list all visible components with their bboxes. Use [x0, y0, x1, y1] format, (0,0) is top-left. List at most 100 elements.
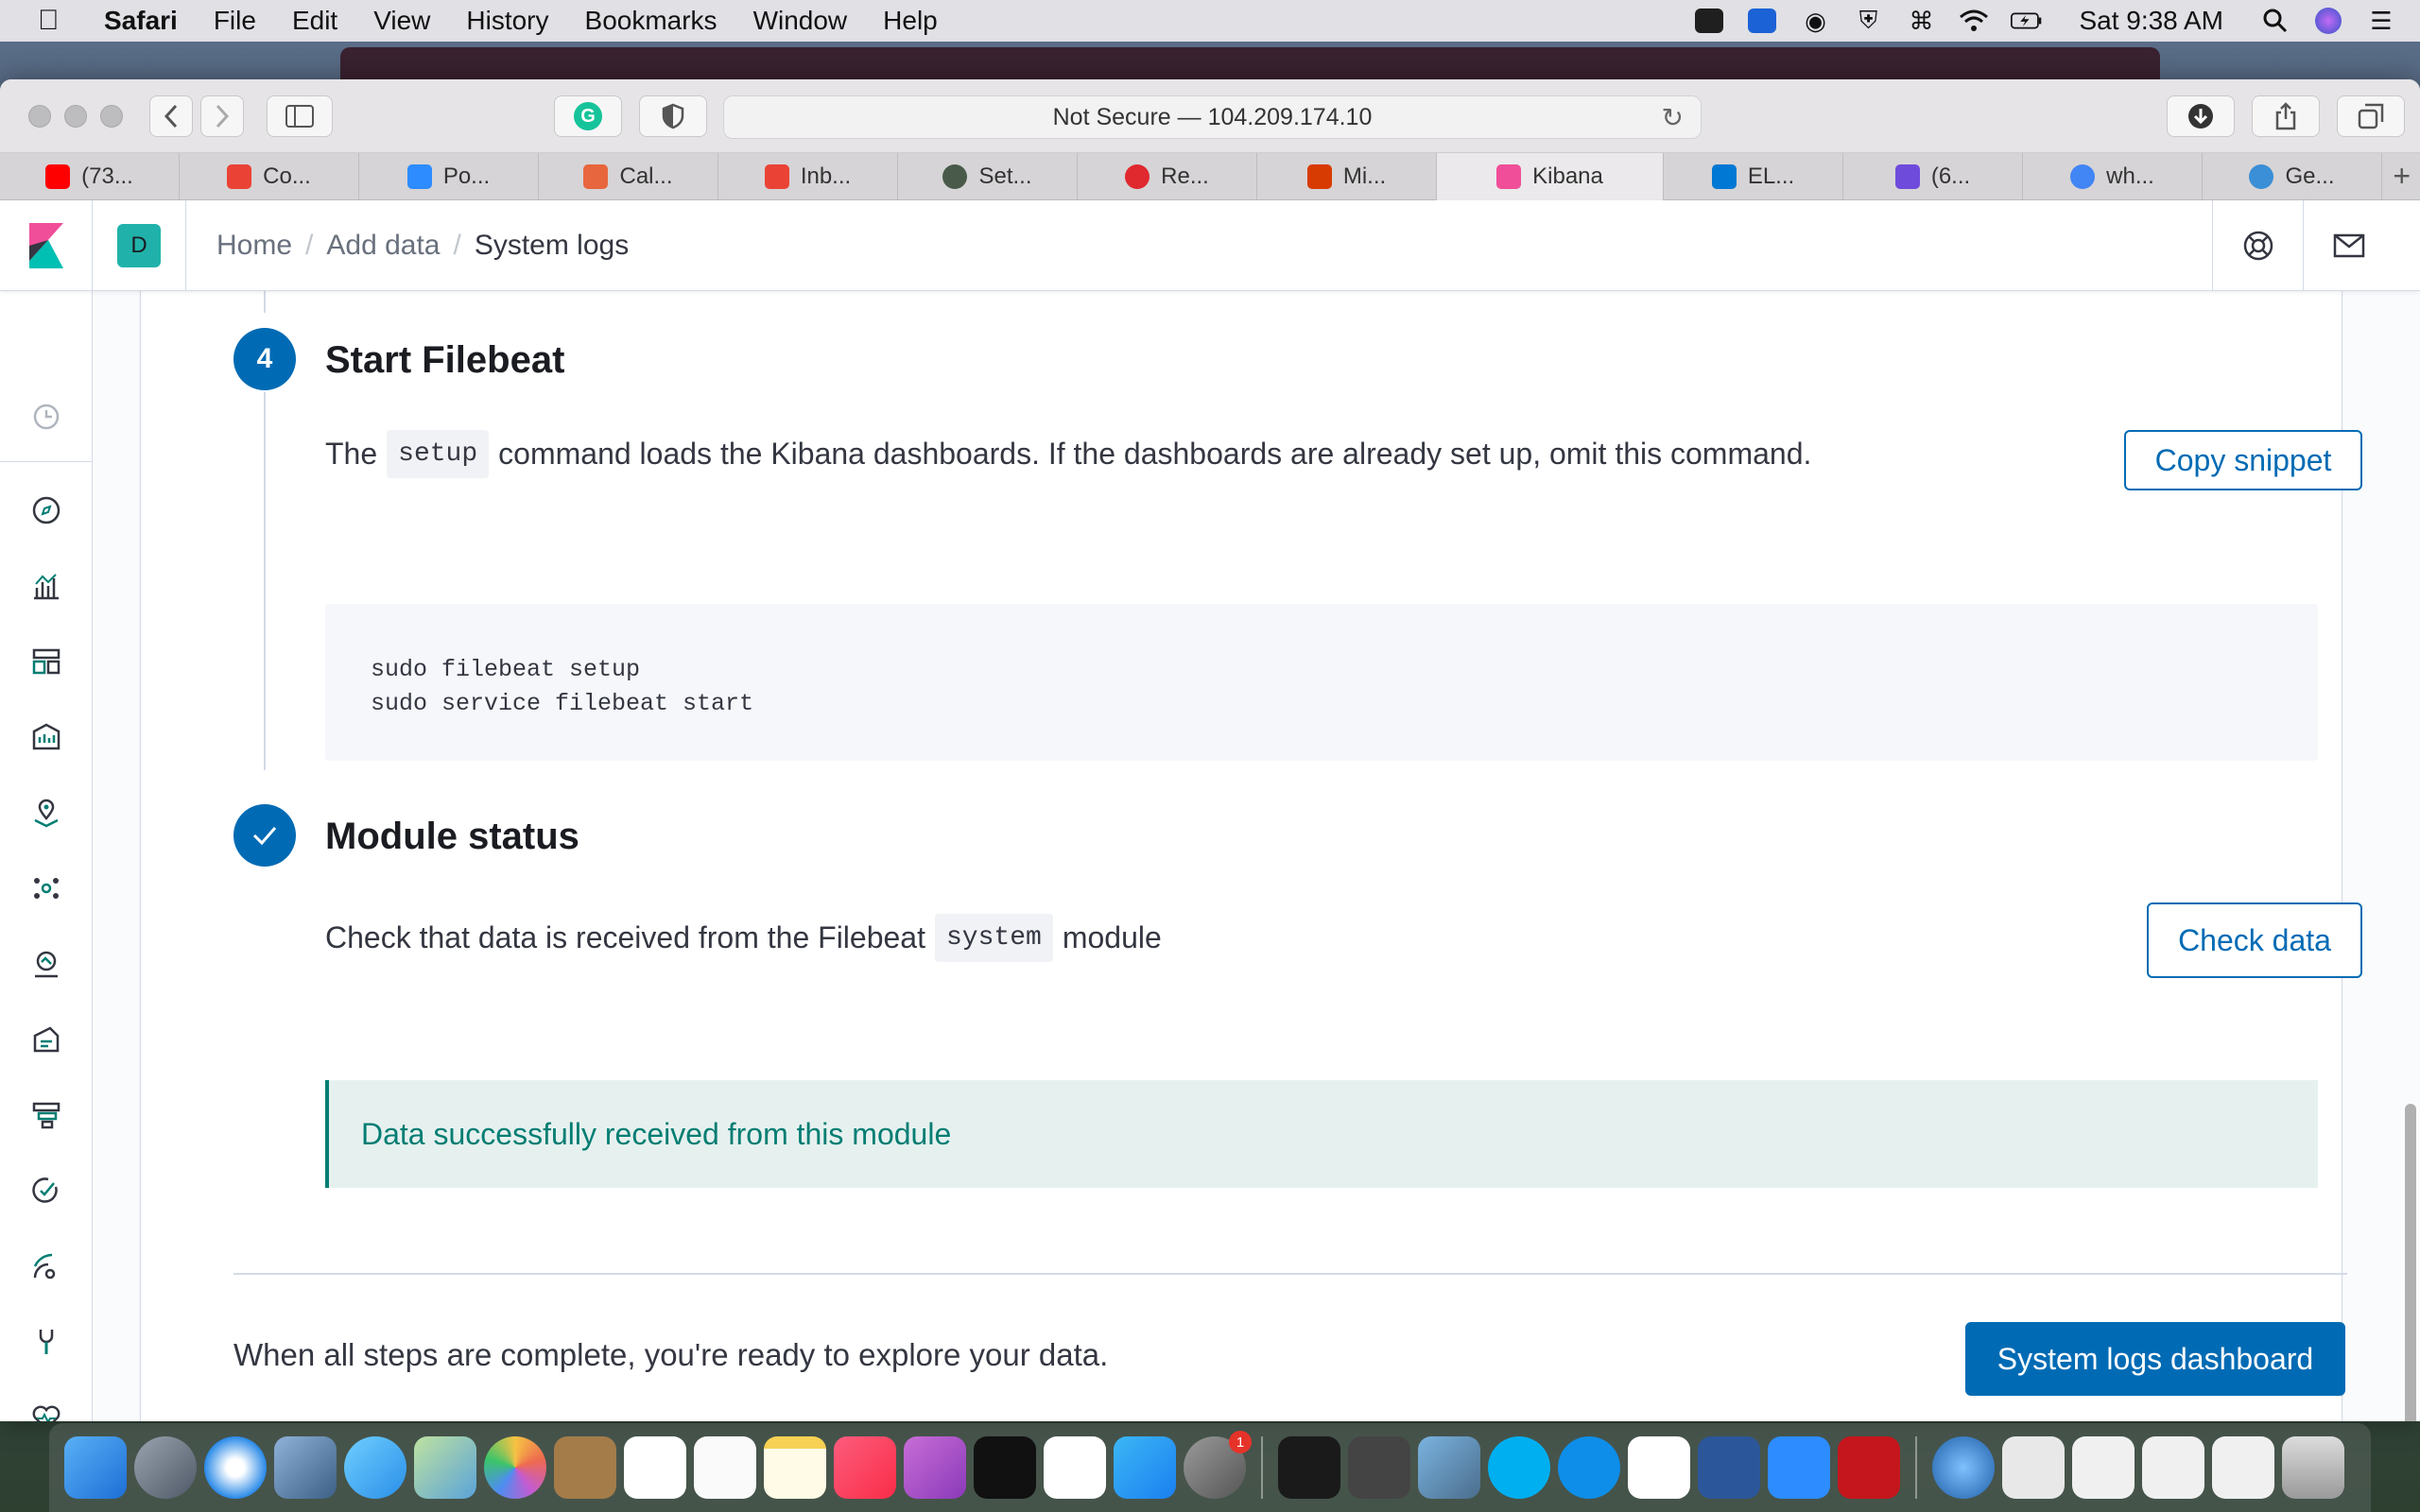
window-thumbnail-icon[interactable]: [2142, 1436, 2204, 1499]
menu-help[interactable]: Help: [883, 6, 938, 36]
notification-center-icon[interactable]: ☰: [2365, 7, 2397, 35]
tab-re[interactable]: Re...: [1078, 153, 1257, 200]
tab-google[interactable]: wh...: [2023, 153, 2203, 200]
preview-icon[interactable]: [274, 1436, 337, 1499]
breadcrumb-home[interactable]: Home: [216, 230, 292, 262]
tab-gmail-1[interactable]: Co...: [180, 153, 359, 200]
contacts-icon[interactable]: [554, 1436, 616, 1499]
system-logs-dashboard-button[interactable]: System logs dashboard: [1965, 1322, 2345, 1396]
creative-cloud-tray-icon[interactable]: ◉: [1799, 7, 1831, 35]
kibana-logo-icon[interactable]: [0, 199, 93, 291]
window-thumbnail-icon[interactable]: [2072, 1436, 2135, 1499]
menu-view[interactable]: View: [373, 6, 430, 36]
copy-snippet-button[interactable]: Copy snippet: [2124, 430, 2362, 490]
acrobat-icon[interactable]: [1838, 1436, 1900, 1499]
downloads-button[interactable]: [2167, 95, 2235, 137]
visualize-chart-icon[interactable]: [27, 567, 65, 605]
safari-compass-icon[interactable]: [204, 1436, 267, 1499]
apm-icon[interactable]: [27, 1096, 65, 1134]
downloads-stack-icon[interactable]: [2002, 1436, 2065, 1499]
menu-safari[interactable]: Safari: [104, 6, 178, 36]
maps-icon[interactable]: [414, 1436, 476, 1499]
messages-icon[interactable]: [344, 1436, 406, 1499]
new-tab-button[interactable]: +: [2382, 153, 2420, 199]
forward-button[interactable]: [200, 95, 244, 137]
back-button[interactable]: [149, 95, 193, 137]
tab-zoom[interactable]: Po...: [359, 153, 539, 200]
maps-pin-icon[interactable]: [27, 794, 65, 832]
help-button[interactable]: [2212, 200, 2303, 291]
reminders-icon[interactable]: [694, 1436, 756, 1499]
menu-history[interactable]: History: [466, 6, 548, 36]
wifi-icon[interactable]: [1958, 7, 1990, 35]
minimize-window-button[interactable]: [64, 104, 87, 128]
canvas-icon[interactable]: [27, 718, 65, 756]
sidebar-toggle-button[interactable]: [267, 95, 333, 137]
uptime-icon[interactable]: [27, 1172, 65, 1210]
breadcrumb-add-data[interactable]: Add data: [326, 230, 440, 262]
grammarly-extension-button[interactable]: G: [554, 95, 622, 137]
privacy-report-button[interactable]: [639, 95, 707, 137]
keyboard-tray-icon[interactable]: ⌘: [1905, 7, 1937, 35]
close-window-button[interactable]: [28, 104, 51, 128]
spotlight-search-icon[interactable]: [2259, 7, 2291, 35]
apple-tv-icon[interactable]: [974, 1436, 1036, 1499]
app-store-icon[interactable]: [1114, 1436, 1176, 1499]
reload-icon[interactable]: ↻: [1662, 102, 1684, 133]
apple-menu-icon[interactable]: : [38, 5, 76, 37]
menu-window[interactable]: Window: [753, 6, 848, 36]
tab-office[interactable]: Mi...: [1257, 153, 1437, 200]
logs-icon[interactable]: [27, 1021, 65, 1058]
tab-kibana[interactable]: Kibana: [1437, 153, 1664, 200]
recently-viewed-clock-icon[interactable]: [27, 398, 65, 436]
teamviewer-tray-icon[interactable]: [1746, 7, 1778, 35]
menu-file[interactable]: File: [214, 6, 256, 36]
dev-tools-wrench-icon[interactable]: [27, 1323, 65, 1361]
skype-icon[interactable]: [1488, 1436, 1550, 1499]
calendar-icon[interactable]: [624, 1436, 686, 1499]
tab-settings[interactable]: Set...: [898, 153, 1078, 200]
shield-tray-icon[interactable]: ⛨: [1852, 6, 1884, 35]
machine-learning-icon[interactable]: [27, 869, 65, 907]
vpn-shield-icon[interactable]: [1348, 1436, 1410, 1499]
monitoring-heartbeat-icon[interactable]: [27, 1399, 65, 1421]
terminal-icon[interactable]: [1278, 1436, 1340, 1499]
tab-calendar[interactable]: Cal...: [539, 153, 718, 200]
newsfeed-button[interactable]: [2303, 200, 2394, 291]
tab-overview-button[interactable]: [2337, 95, 2405, 137]
siem-icon[interactable]: [27, 1247, 65, 1285]
menu-edit[interactable]: Edit: [292, 6, 337, 36]
share-button[interactable]: [2252, 95, 2320, 137]
trash-icon[interactable]: [2282, 1436, 2344, 1499]
dashboard-icon[interactable]: [27, 643, 65, 680]
zoom-tray-icon[interactable]: [1693, 7, 1725, 35]
launchpad-icon[interactable]: [134, 1436, 197, 1499]
teamviewer-icon[interactable]: [1558, 1436, 1620, 1499]
menu-bookmarks[interactable]: Bookmarks: [585, 6, 717, 36]
space-avatar[interactable]: D: [117, 223, 161, 267]
page-scrollbar[interactable]: [2405, 1104, 2416, 1421]
address-bar[interactable]: Not Secure — 104.209.174.10 ↻: [723, 95, 1702, 139]
check-data-button[interactable]: Check data: [2147, 902, 2362, 978]
window-thumbnail-icon[interactable]: [2212, 1436, 2274, 1499]
command-code-block[interactable]: sudo filebeat setup sudo service filebea…: [325, 604, 2318, 761]
word-icon[interactable]: [1698, 1436, 1760, 1499]
infrastructure-icon[interactable]: [27, 945, 65, 983]
zoom-icon[interactable]: [1768, 1436, 1830, 1499]
tab-globe[interactable]: Ge...: [2203, 153, 2382, 200]
finder-icon[interactable]: [64, 1436, 127, 1499]
discover-compass-icon[interactable]: [27, 491, 65, 529]
notes-icon[interactable]: [764, 1436, 826, 1499]
news-icon[interactable]: [1044, 1436, 1106, 1499]
music-icon[interactable]: [834, 1436, 896, 1499]
tab-gmail-inbox[interactable]: Inb...: [718, 153, 898, 200]
system-preferences-icon[interactable]: 1: [1184, 1431, 1252, 1499]
tab-youtube[interactable]: (73...: [0, 153, 180, 200]
tab-azure[interactable]: EL...: [1664, 153, 1843, 200]
siri-icon[interactable]: [2312, 7, 2344, 35]
image-capture-icon[interactable]: [1418, 1436, 1480, 1499]
slack-icon[interactable]: [1628, 1436, 1690, 1499]
zoom-window-button[interactable]: [100, 104, 123, 128]
photos-icon[interactable]: [484, 1436, 546, 1499]
network-globe-icon[interactable]: [1932, 1436, 1995, 1499]
